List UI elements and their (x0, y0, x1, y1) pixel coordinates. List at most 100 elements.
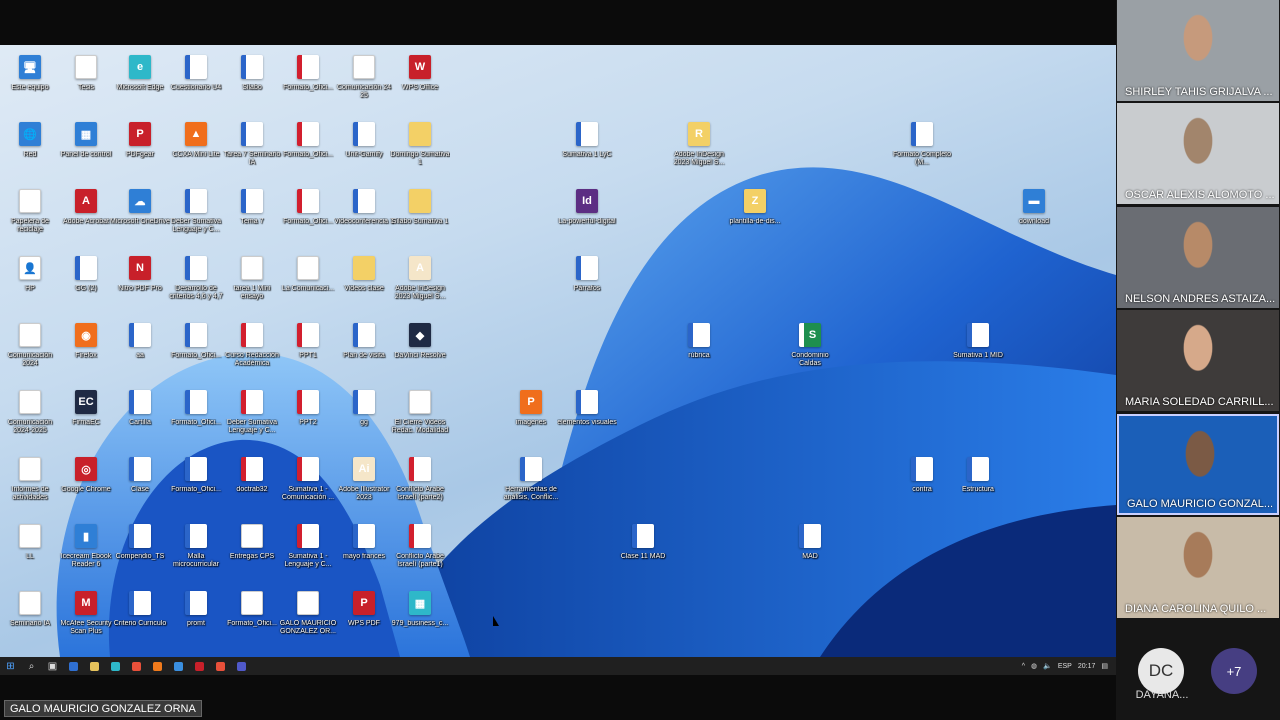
desktop-icon[interactable]: P Conflicto Árabe Israelí (parte1) (390, 520, 450, 584)
desktop-icon[interactable]: ▤ Comunicación 24 25 (334, 51, 394, 115)
desktop-icon[interactable]: P PPT1 (278, 319, 338, 383)
desktop-icon[interactable]: W Clase (110, 453, 170, 517)
taskbar-app[interactable] (210, 657, 231, 675)
desktop-icon[interactable]: 🌐 Red (0, 118, 60, 182)
participant-tile[interactable]: MARIA SOLEDAD CARRILL... (1117, 310, 1279, 411)
desktop-icon[interactable]: ☁ Microsoft OneDrive (110, 185, 170, 249)
desktop-icon[interactable]: P PDFgear (110, 118, 170, 182)
participant-tile[interactable]: DIANA CAROLINA QUILO ... (1117, 517, 1279, 618)
search-icon[interactable]: ⌕ (21, 657, 42, 675)
desktop-icon[interactable]: W Cuestionario U4 (166, 51, 226, 115)
desktop-icon[interactable]: W Tarea 7 Seminario IA (222, 118, 282, 182)
participant-tile[interactable]: NELSON ANDRES ASTAIZA... (1117, 207, 1279, 308)
desktop-icon[interactable]: ▮ Icecream Ebook Reader 6 (56, 520, 116, 584)
chevron-up-icon[interactable]: ^ (1022, 663, 1025, 670)
desktop-icon[interactable]: W GG (2) (56, 252, 116, 316)
desktop-icon[interactable]: ▤ Formato_Ofici... (222, 587, 282, 651)
desktop-icon[interactable]: A Adobe Acrobat (56, 185, 116, 249)
desktop-icon[interactable]: P PPT2 (278, 386, 338, 450)
desktop-icon[interactable]: W Formato_Ofici... (166, 453, 226, 517)
desktop-icon[interactable]: ◉ Firefox (56, 319, 116, 383)
taskbar-app[interactable] (84, 657, 105, 675)
desktop-icon[interactable]: W Formato_Ofici... (166, 319, 226, 383)
desktop-icon[interactable]: W Desarrollo de criterios 4,6 y 4,7 (166, 252, 226, 316)
network-icon[interactable]: ◍ (1031, 662, 1037, 670)
desktop-icon[interactable]: W Sumativa 1 MID (948, 319, 1008, 383)
taskbar-app[interactable] (189, 657, 210, 675)
desktop-icon[interactable]: S Condominio Caldas (780, 319, 840, 383)
desktop-icon[interactable]: ▤ Formato_Ofici... (278, 51, 338, 115)
desktop-icon[interactable]: ▤ Comunicación 2024 (0, 319, 60, 383)
desktop-icon[interactable]: ▤ Informes de actividades (0, 453, 60, 517)
desktop-icon[interactable]: Wpromt (166, 587, 226, 651)
desktop-icon[interactable]: W Clase 11 MAD (613, 520, 673, 584)
desktop-icon[interactable]: ▤ Comunicación 2024-2025 (0, 386, 60, 450)
desktop-icon[interactable]: ▦ 979_business_c... (390, 587, 450, 651)
desktop-icon[interactable]: ▤ Sumativa 1 - Lenguaje y C... (278, 520, 338, 584)
desktop-icon[interactable]: Zplantilla-de-dis... (725, 185, 785, 249)
desktop-icon[interactable]: ▲ CCXA Mini Lite (166, 118, 226, 182)
desktop-icon[interactable]: W Formato Completo (M... (892, 118, 952, 182)
participant-tile[interactable]: OSCAR ALEXIS ALOMOTO ... (1117, 103, 1279, 204)
desktop-icon[interactable]: ▤ Entregas CPS (222, 520, 282, 584)
desktop-icon[interactable]: Ai Adobe Illustrator 2023 (334, 453, 394, 517)
desktop-icon[interactable]: 👤 HP (0, 252, 60, 316)
desktop-icon[interactable]: W Silabo (222, 51, 282, 115)
desktop-icon[interactable]: W Formato_Ofici... (166, 386, 226, 450)
desktop-icon[interactable]: N Nitro PDF Pro (110, 252, 170, 316)
taskbar-app[interactable] (147, 657, 168, 675)
task-view-icon[interactable]: ▣ (42, 657, 63, 675)
desktop-icon[interactable]: Wgg (334, 386, 394, 450)
clock[interactable]: 20:17 (1078, 663, 1096, 670)
desktop-icon[interactable]: A Adobe InDesign 2023 Miguel S... (390, 252, 450, 316)
taskbar-app[interactable] (231, 657, 252, 675)
desktop-icon[interactable]: ▮ Seminario IA (0, 587, 60, 651)
desktop-icon[interactable]: Silabo Sumativa 1 (390, 185, 450, 249)
desktop-icon[interactable]: ▤ LL (0, 520, 60, 584)
desktop-icon[interactable]: W Deber Sumativa Lenguaje y C... (166, 185, 226, 249)
desktop-icon[interactable]: Wrúbrica (669, 319, 729, 383)
desktop-icon[interactable]: EC FirmaEC (56, 386, 116, 450)
desktop-icon[interactable]: ▭ La Comunicaci... (278, 252, 338, 316)
more-participants-button[interactable]: +7 (1211, 648, 1257, 694)
desktop-icon[interactable]: Wtarea 1 Mini ensayo (222, 252, 282, 316)
desktop-icon[interactable]: P WPS PDF (334, 587, 394, 651)
desktop-icon[interactable]: W Tema 7 (222, 185, 282, 249)
desktop-icon[interactable]: ▦ Panel de control (56, 118, 116, 182)
taskbar-app[interactable] (105, 657, 126, 675)
taskbar-app[interactable] (168, 657, 189, 675)
desktop-icon[interactable]: ▤ Sumativa 1 - Comunicación ... (278, 453, 338, 517)
desktop-icon[interactable]: W Estructura (948, 453, 1008, 517)
desktop-icon[interactable]: ▬ download (1004, 185, 1064, 249)
desktop-icon[interactable]: W Plan de visita (334, 319, 394, 383)
desktop-icon[interactable]: W Malla microcurricular (166, 520, 226, 584)
desktop-icon[interactable]: Wmayo frances (334, 520, 394, 584)
desktop-icon[interactable]: P Formato_Ofici... (278, 118, 338, 182)
desktop-icon[interactable]: P Conflicto Árabe Israelí (parte2) (390, 453, 450, 517)
desktop-icon[interactable]: Pdoctrab32 (222, 453, 282, 517)
taskbar-app[interactable] (126, 657, 147, 675)
desktop-icon[interactable]: W Sumativa 1 LyC (557, 118, 617, 182)
desktop-icon[interactable]: W WPS Office (390, 51, 450, 115)
desktop-icon[interactable]: P Deber Sumativa Lenguaje y C... (222, 386, 282, 450)
desktop-icon[interactable]: W Unit-Gamify (334, 118, 394, 182)
desktop-icon[interactable]: ◎ Google Chrome (56, 453, 116, 517)
start-button[interactable]: ⊞ (0, 657, 21, 675)
notifications-icon[interactable]: ▤ (1101, 662, 1108, 670)
desktop-icon[interactable]: ✉ GALO MAURICIO GONZALEZ OR... (278, 587, 338, 651)
desktop-icon[interactable]: R Adobe InDesign 2023 Miguel S... (669, 118, 729, 182)
desktop-icon[interactable]: ◆ DaVinci Resolve (390, 319, 450, 383)
desktop-icon[interactable]: 🗑 Papelera de reciclaje (0, 185, 60, 249)
desktop-icon[interactable]: e Microsoft Edge (110, 51, 170, 115)
language-indicator[interactable]: ESP (1058, 663, 1072, 670)
desktop-icon[interactable]: ▭ El Cierre Videos Redac. Modalidad (390, 386, 450, 450)
desktop-icon[interactable]: 🖥 Este equipo (0, 51, 60, 115)
desktop-icon[interactable]: Waa (110, 319, 170, 383)
desktop-icon[interactable]: W Herramientas de análisis, Conflic... (501, 453, 561, 517)
participant-avatar[interactable]: DC (1138, 648, 1184, 694)
desktop-icon[interactable]: ▤ Tesis (56, 51, 116, 115)
desktop-icon[interactable]: Domingo Sumativa 1 (390, 118, 450, 182)
desktop-icon[interactable]: Wcontra (892, 453, 952, 517)
desktop-icon[interactable]: W Párrafos (557, 252, 617, 316)
volume-icon[interactable]: 🔈 (1043, 662, 1052, 670)
